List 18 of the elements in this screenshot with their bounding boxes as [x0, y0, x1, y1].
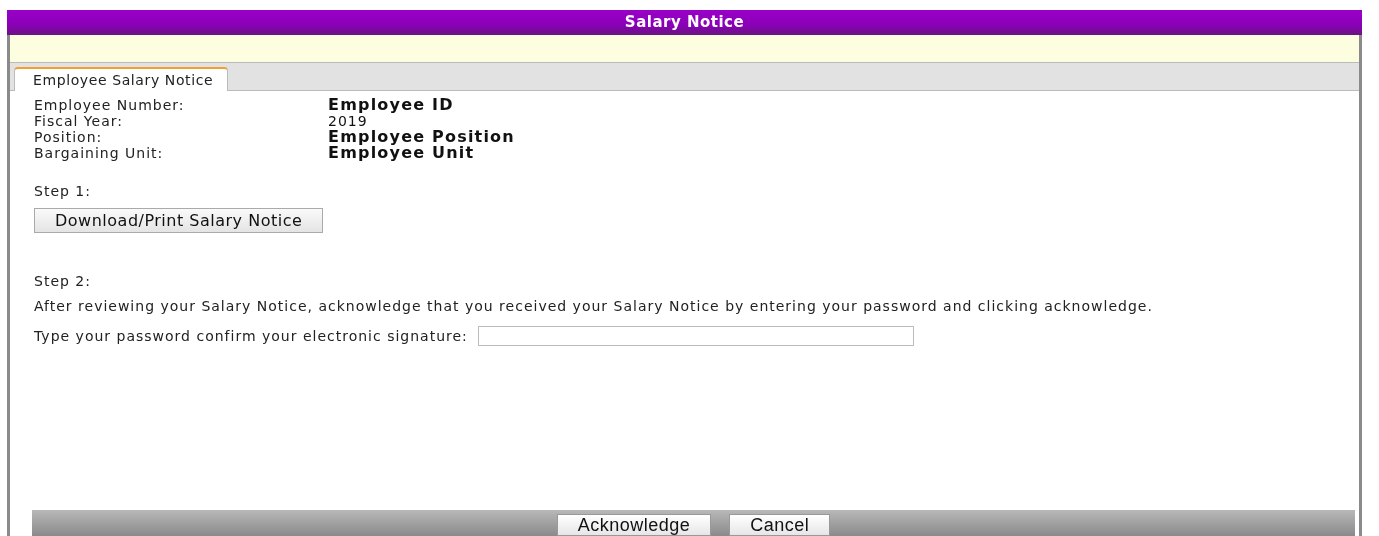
instructions-text: After reviewing your Salary Notice, acknowledge that you received your Salary Notice by entering your password and clicking acknowledge.	[34, 299, 1154, 314]
dialog-button[interactable]: Acknowledge	[556, 514, 712, 536]
password-field[interactable]	[477, 326, 914, 346]
field-value: Employee Position	[328, 129, 515, 145]
field-value: Employee ID	[328, 97, 455, 113]
field-label: Position:	[34, 129, 104, 145]
field-label: Employee Number:	[34, 97, 186, 113]
field-value: Employee Unit	[328, 145, 476, 161]
dialog-button[interactable]: Cancel	[729, 514, 831, 536]
step-heading: Step 2:	[34, 273, 91, 289]
field-value: 2019	[328, 113, 369, 129]
password-label: Type your password confirm your electronic signature:	[34, 328, 468, 344]
field-label: Fiscal Year:	[34, 113, 124, 129]
window-title: Salary Notice	[7, 10, 1362, 35]
download-button[interactable]: Download/Print Salary Notice	[34, 208, 324, 233]
tab[interactable]: Employee Salary Notice	[14, 67, 229, 91]
field-label: Bargaining Unit:	[34, 145, 165, 161]
step-heading: Step 1:	[34, 183, 91, 199]
